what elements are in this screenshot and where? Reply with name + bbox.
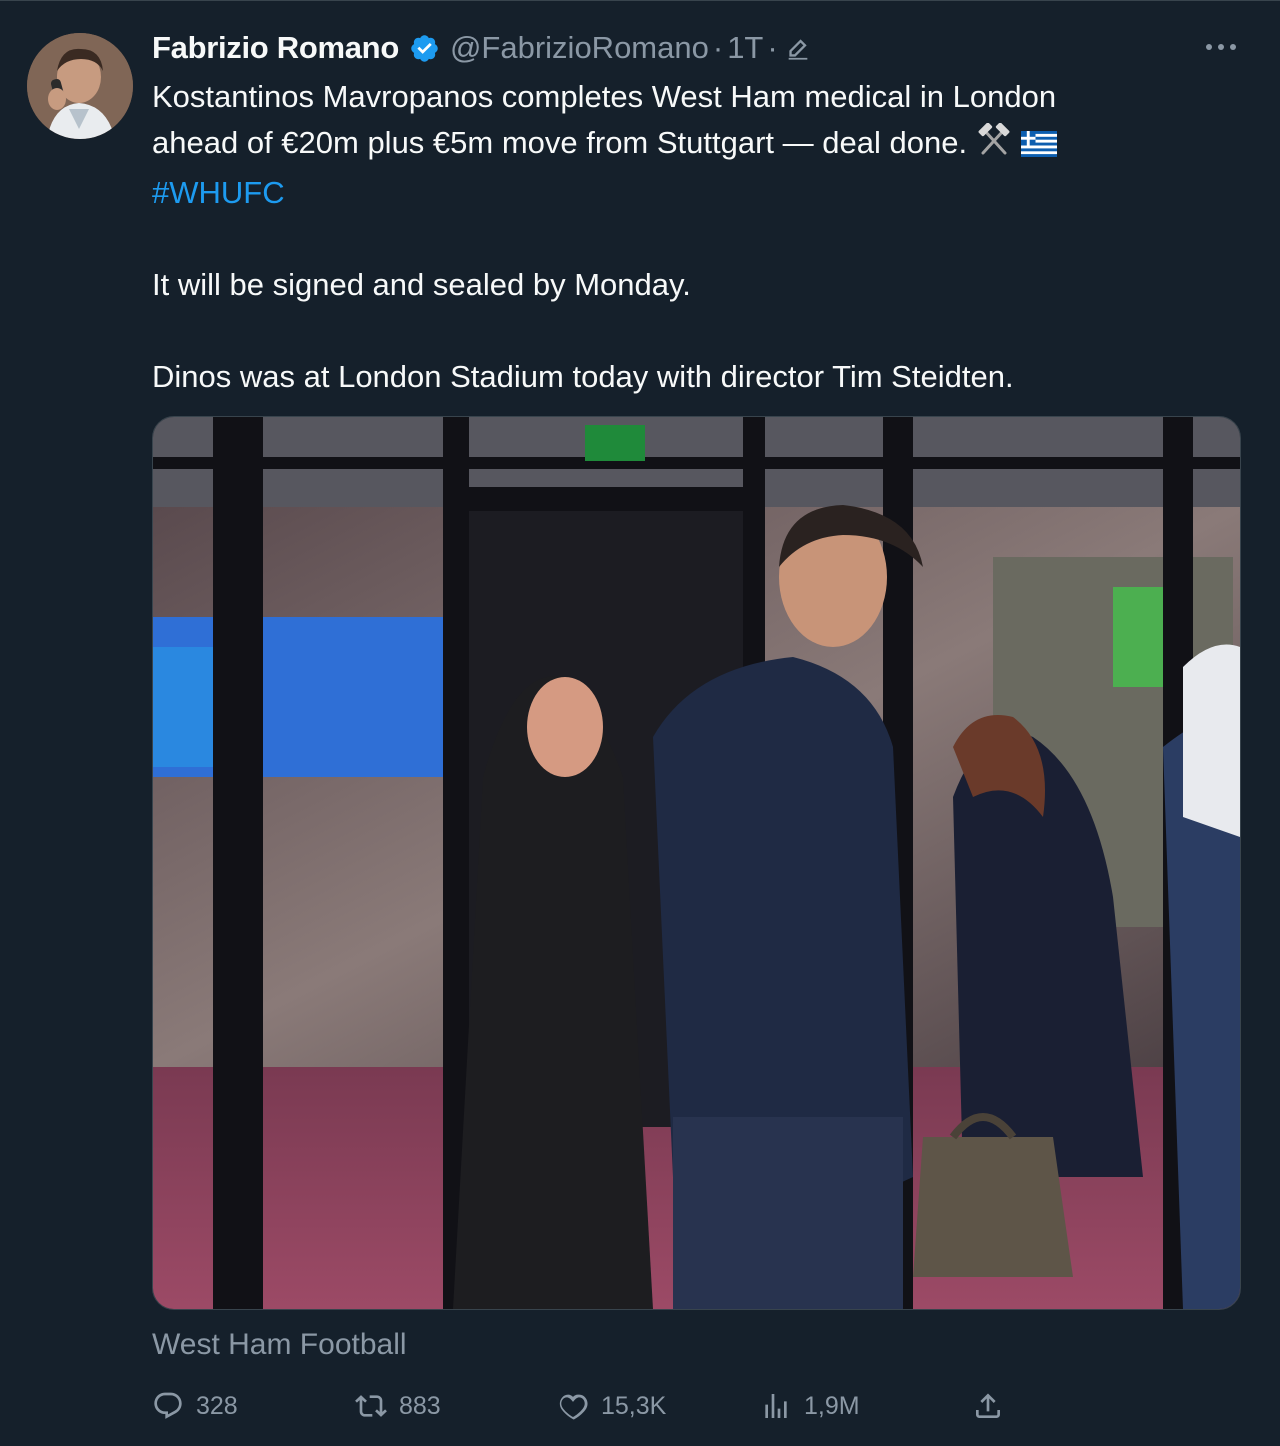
more-dots-icon[interactable] [1204, 36, 1238, 58]
reply-count: 328 [196, 1391, 238, 1420]
tweet-time[interactable]: 1T [727, 30, 763, 66]
reply-icon [154, 1392, 182, 1419]
reply-button[interactable]: 328 [152, 1384, 238, 1428]
tweet-text-segment: ahead of €20m plus €5m move from Stuttga… [152, 125, 968, 160]
share-button[interactable] [972, 1384, 1016, 1428]
author-avatar[interactable] [27, 33, 133, 139]
author-name[interactable]: Fabrizio Romano [152, 30, 399, 66]
retweet-icon [355, 1395, 387, 1417]
author-handle[interactable]: @FabrizioRomano [450, 30, 709, 66]
action-bar: 328 883 15,3K 1,9M [152, 1384, 1242, 1428]
tweet-header: Fabrizio Romano @FabrizioRomano · 1T · [152, 28, 812, 68]
tweet-text-line: Kostantinos Mavropanos completes West Ha… [152, 79, 1057, 114]
like-button[interactable]: 15,3K [557, 1384, 666, 1428]
separator-dot: · [767, 30, 778, 65]
tweet-text-line: ahead of €20m plus €5m move from Stuttga… [152, 120, 1242, 170]
retweet-count: 883 [399, 1391, 441, 1420]
hashtag-link[interactable]: #WHUFC [152, 170, 1242, 216]
top-divider [0, 0, 1280, 1]
edit-pencil-icon[interactable] [784, 34, 812, 62]
views-count: 1,9M [804, 1391, 860, 1420]
retweet-button[interactable]: 883 [355, 1384, 441, 1428]
views-button[interactable]: 1,9M [760, 1384, 860, 1428]
tweet-text-line: It will be signed and sealed by Monday. [152, 267, 691, 302]
verified-badge-icon[interactable] [409, 33, 440, 64]
source-label[interactable]: West Ham Football [152, 1328, 407, 1362]
tweet-text: Kostantinos Mavropanos completes West Ha… [152, 74, 1242, 400]
views-bar-icon [765, 1394, 787, 1418]
greece-flag-icon [1021, 124, 1058, 170]
hammers-emoji-icon [975, 122, 1013, 170]
separator-dot: · [712, 30, 724, 65]
like-count: 15,3K [601, 1391, 667, 1420]
tweet-text-line: Dinos was at London Stadium today with d… [152, 359, 1014, 394]
share-icon [976, 1393, 1000, 1418]
heart-icon [559, 1394, 588, 1420]
tweet-photo[interactable] [152, 416, 1241, 1310]
